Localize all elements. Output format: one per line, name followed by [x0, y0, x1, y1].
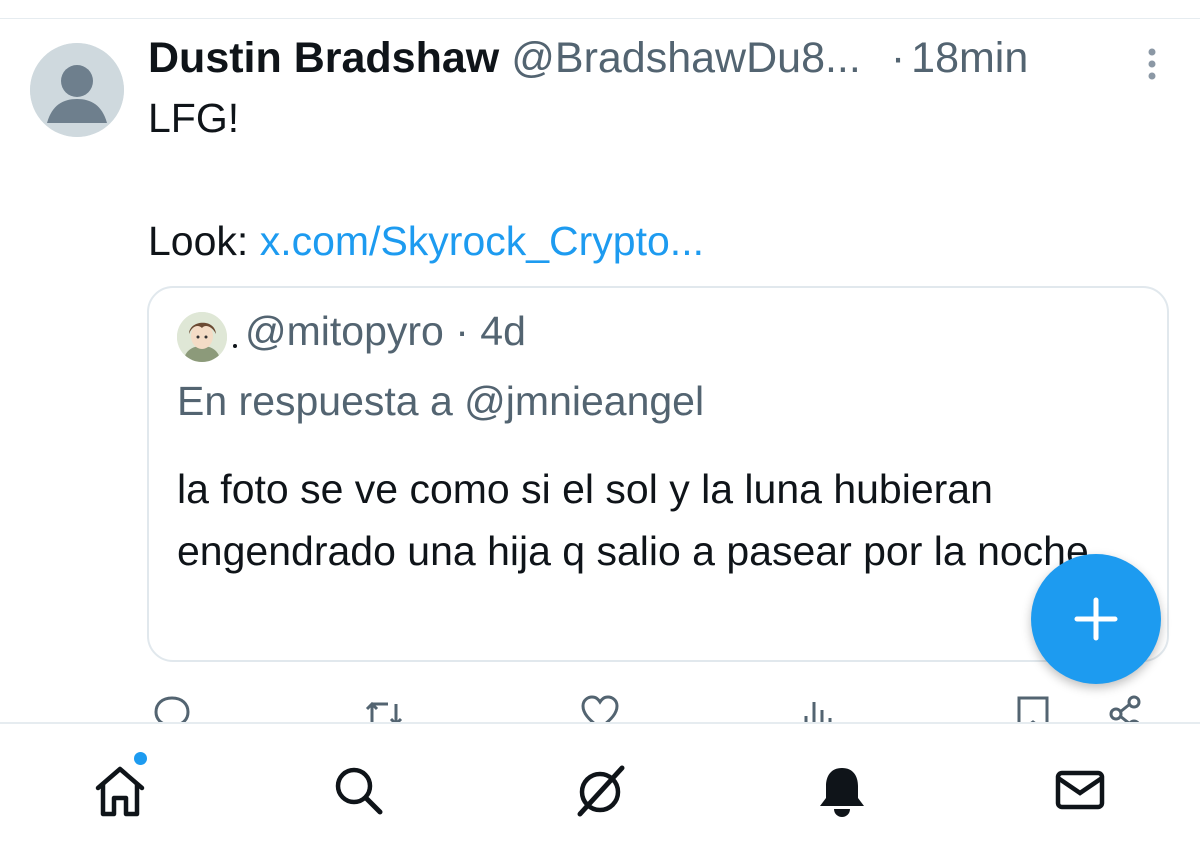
- reply-icon[interactable]: [152, 694, 192, 722]
- grok-icon[interactable]: [570, 760, 630, 820]
- views-icon[interactable]: [800, 694, 840, 722]
- separator-dot: ·: [890, 33, 906, 82]
- quoted-name-dot: [233, 344, 237, 348]
- post-link[interactable]: x.com/Skyrock_Crypto...: [260, 218, 704, 264]
- compose-button[interactable]: [1031, 554, 1161, 684]
- default-avatar-icon: [30, 43, 124, 137]
- home-icon[interactable]: [90, 760, 150, 820]
- post-time[interactable]: 18min: [911, 34, 1028, 83]
- quoted-text: la foto se ve como si el sol y la luna h…: [177, 466, 1089, 574]
- more-options-icon[interactable]: [1140, 46, 1164, 82]
- quoted-header[interactable]: @mitopyro · 4d: [245, 308, 526, 355]
- bookmark-icon[interactable]: [1013, 694, 1053, 722]
- quoted-reply-to[interactable]: En respuesta a @jmnieangel: [177, 378, 704, 425]
- top-divider: [0, 18, 1200, 19]
- post-header: Dustin Bradshaw @BradshawDu8... · 18min: [148, 30, 1148, 86]
- post-text-line1: LFG!: [148, 95, 240, 141]
- plus-icon: [1074, 597, 1118, 641]
- action-bar: [0, 680, 1200, 722]
- share-icon[interactable]: [1106, 694, 1146, 722]
- messages-icon[interactable]: [1050, 760, 1110, 820]
- notifications-icon[interactable]: [812, 760, 872, 820]
- author-handle[interactable]: @BradshawDu8...: [511, 34, 861, 83]
- retweet-icon[interactable]: [364, 694, 404, 722]
- anime-avatar-icon: [177, 312, 227, 362]
- search-icon[interactable]: [328, 760, 388, 820]
- author-name[interactable]: Dustin Bradshaw: [148, 34, 499, 83]
- post-text-prefix: Look:: [148, 218, 260, 264]
- author-avatar[interactable]: [30, 43, 124, 137]
- quoted-avatar[interactable]: [177, 312, 227, 362]
- timeline-view: Dustin Bradshaw @BradshawDu8... · 18min …: [0, 0, 1200, 854]
- bottom-nav: [0, 724, 1200, 854]
- quoted-post[interactable]: @mitopyro · 4d En respuesta a @jmnieange…: [147, 286, 1169, 662]
- home-notification-dot: [134, 752, 147, 765]
- post-text-line2: Look: x.com/Skyrock_Crypto...: [148, 218, 704, 265]
- like-icon[interactable]: [580, 694, 620, 722]
